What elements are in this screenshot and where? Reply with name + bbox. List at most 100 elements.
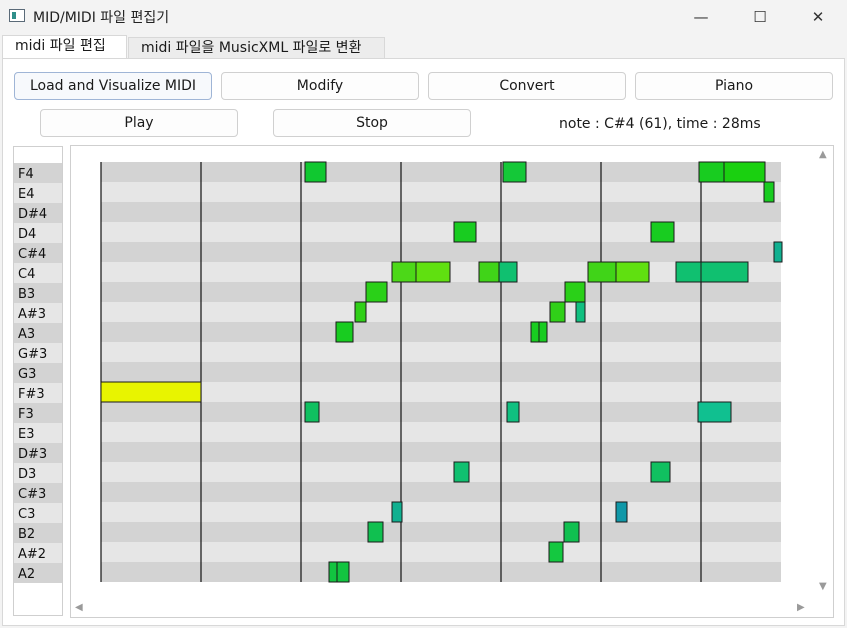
pitch-label: C#3 (18, 487, 46, 502)
scroll-up-icon[interactable]: ▲ (819, 149, 827, 160)
midi-note[interactable] (354, 301, 367, 323)
pitch-row (101, 182, 781, 202)
title-bar: MID/MIDI 파일 편집기 — ☐ ✕ (0, 0, 847, 34)
midi-note[interactable] (328, 561, 338, 583)
tab-musicxml-convert[interactable]: midi 파일을 MusicXML 파일로 변환 (128, 37, 385, 58)
midi-note[interactable] (698, 161, 725, 183)
midi-note[interactable] (564, 281, 586, 303)
pitch-row (101, 202, 781, 222)
vertical-scrollbar[interactable]: ▲ ▼ (815, 146, 833, 601)
pitch-row (101, 362, 781, 382)
pitch-label: E3 (18, 427, 35, 442)
pitch-row (101, 542, 781, 562)
midi-note[interactable] (391, 501, 403, 523)
pitch-label: E4 (18, 187, 35, 202)
pitch-label: D#3 (18, 447, 47, 462)
midi-note[interactable] (773, 241, 783, 263)
pitch-label: F4 (18, 167, 34, 182)
pitch-label: C#4 (18, 247, 46, 262)
pitch-row (101, 482, 781, 502)
midi-note[interactable] (336, 561, 350, 583)
play-button[interactable]: Play (40, 109, 238, 137)
close-icon[interactable]: ✕ (795, 0, 841, 34)
midi-note[interactable] (335, 321, 354, 343)
pitch-row (101, 242, 781, 262)
pitch-label: F3 (18, 407, 34, 422)
scroll-left-icon[interactable]: ◀ (75, 602, 83, 613)
convert-button[interactable]: Convert (428, 72, 626, 100)
midi-note[interactable] (415, 261, 451, 283)
pitch-row (101, 422, 781, 442)
midi-note[interactable] (100, 381, 202, 403)
pitch-label: C3 (18, 507, 35, 522)
midi-note[interactable] (723, 161, 766, 183)
window-title: MID/MIDI 파일 편집기 (33, 10, 170, 26)
pitch-label: B3 (18, 287, 35, 302)
midi-note[interactable] (549, 301, 566, 323)
horizontal-scrollbar[interactable]: ◀ ▶ (71, 599, 816, 617)
scroll-down-icon[interactable]: ▼ (819, 581, 827, 592)
midi-note[interactable] (530, 321, 540, 343)
pitch-row (101, 162, 781, 182)
midi-note[interactable] (548, 541, 564, 563)
pitch-label: G#3 (18, 347, 47, 362)
midi-note[interactable] (587, 261, 617, 283)
app-icon (9, 9, 25, 22)
midi-note[interactable] (304, 401, 320, 423)
piano-button[interactable]: Piano (635, 72, 833, 100)
maximize-icon[interactable]: ☐ (737, 0, 783, 34)
load-visualize-button[interactable]: Load and Visualize MIDI (14, 72, 212, 100)
pitch-row (101, 462, 781, 482)
pitch-row (101, 322, 781, 342)
midi-note[interactable] (575, 301, 586, 323)
pitch-label: D3 (18, 467, 36, 482)
midi-note[interactable] (563, 521, 580, 543)
midi-note[interactable] (650, 461, 671, 483)
midi-note[interactable] (453, 461, 470, 483)
pitch-row (101, 562, 781, 582)
midi-note[interactable] (700, 261, 749, 283)
pitch-label: G3 (18, 367, 36, 382)
midi-note[interactable] (365, 281, 388, 303)
pitch-label: A#2 (18, 547, 46, 562)
piano-roll-canvas[interactable] (71, 146, 816, 601)
pitch-label-panel[interactable]: F4 E4 D#4 D4 C#4 C4 B3 A#3 A3 G#3 G3 F#3 F3 E3 D#3 D3 C#… (13, 146, 63, 616)
stop-button[interactable]: Stop (273, 109, 471, 137)
midi-note[interactable] (367, 521, 384, 543)
pitch-row (101, 282, 781, 302)
pitch-label: F#3 (18, 387, 45, 402)
midi-note[interactable] (498, 261, 518, 283)
midi-note[interactable] (478, 261, 500, 283)
midi-note[interactable] (502, 161, 527, 183)
pitch-row (101, 222, 781, 242)
pitch-label: A2 (18, 567, 35, 582)
tab-midi-edit[interactable]: midi 파일 편집 (2, 35, 127, 59)
midi-note[interactable] (763, 181, 775, 203)
midi-note[interactable] (615, 261, 650, 283)
pitch-label: A3 (18, 327, 35, 342)
pitch-label: D#4 (18, 207, 47, 222)
scroll-right-icon[interactable]: ▶ (797, 602, 805, 613)
midi-note[interactable] (650, 221, 675, 243)
pitch-row (101, 442, 781, 462)
midi-note[interactable] (391, 261, 417, 283)
midi-note[interactable] (304, 161, 327, 183)
midi-note[interactable] (615, 501, 628, 523)
pitch-row (101, 502, 781, 522)
midi-note[interactable] (697, 401, 732, 423)
note-status-text: note : C#4 (61), time : 28ms (559, 116, 761, 132)
midi-note[interactable] (675, 261, 702, 283)
tab-bar: midi 파일 편집 midi 파일을 MusicXML 파일로 변환 (0, 35, 847, 59)
pitch-label: D4 (18, 227, 36, 242)
piano-roll-view[interactable]: ▲ ▼ ◀ ▶ (70, 145, 834, 618)
modify-button[interactable]: Modify (221, 72, 419, 100)
pitch-label: C4 (18, 267, 35, 282)
midi-note[interactable] (538, 321, 548, 343)
midi-note[interactable] (453, 221, 477, 243)
midi-note[interactable] (506, 401, 520, 423)
minimize-icon[interactable]: — (678, 0, 724, 34)
pitch-label-list: F4 E4 D#4 D4 C#4 C4 B3 A#3 A3 G#3 G3 F#3 F3 E3 D#3 D3 C#… (14, 163, 62, 583)
pitch-label: A#3 (18, 307, 46, 322)
pitch-row (101, 382, 781, 402)
pitch-row (101, 522, 781, 542)
